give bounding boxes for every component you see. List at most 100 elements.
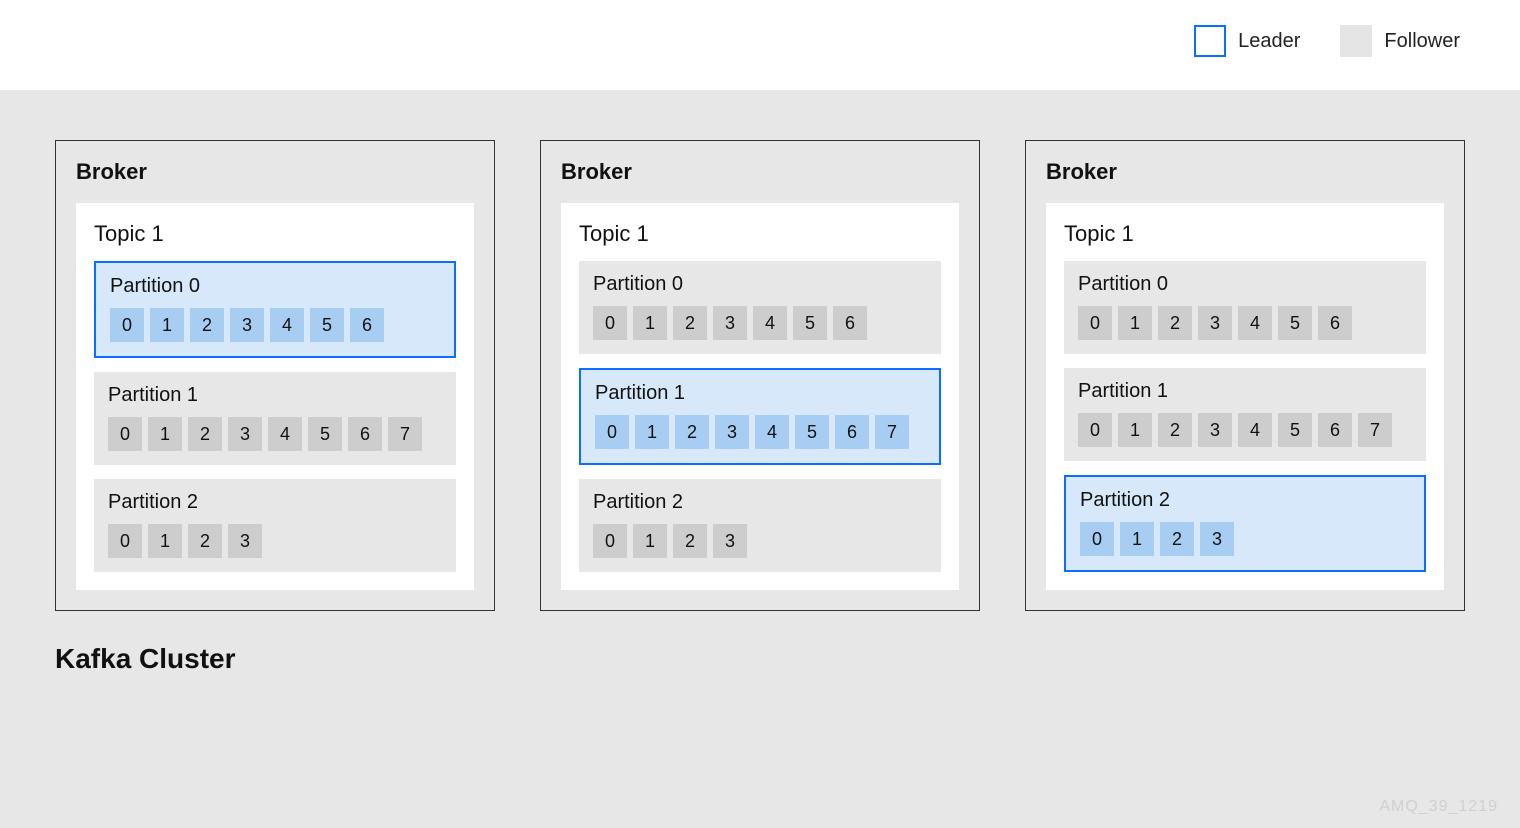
partition-title: Partition 0 xyxy=(110,275,440,298)
legend-leader-label: Leader xyxy=(1238,30,1300,53)
offset-cell: 6 xyxy=(833,306,867,340)
offset-cell: 2 xyxy=(188,524,222,558)
broker-title: Broker xyxy=(561,159,959,185)
partition: Partition 1 01234567 xyxy=(579,368,941,465)
topic: Topic 1Partition 00123456Partition 10123… xyxy=(1046,203,1444,590)
partition-title: Partition 0 xyxy=(1078,273,1412,296)
offset-cell: 2 xyxy=(1158,306,1192,340)
offset-cell: 2 xyxy=(675,415,709,449)
topic-title: Topic 1 xyxy=(579,221,941,247)
partition: Partition 00123456 xyxy=(579,261,941,354)
offsets-row: 0123456 xyxy=(110,308,440,342)
offsets-row: 01234567 xyxy=(108,417,442,451)
offset-cell: 7 xyxy=(388,417,422,451)
offsets-row: 0123 xyxy=(1080,522,1410,556)
offset-cell: 5 xyxy=(308,417,342,451)
offset-cell: 4 xyxy=(1238,413,1272,447)
offset-cell: 0 xyxy=(1078,306,1112,340)
offset-cell: 7 xyxy=(875,415,909,449)
legend-follower: Follower xyxy=(1340,25,1460,57)
offset-cell: 4 xyxy=(1238,306,1272,340)
partition: Partition 0 0123456 xyxy=(1064,261,1426,354)
offset-cell: 0 xyxy=(1080,522,1114,556)
offset-cell: 6 xyxy=(348,417,382,451)
broker: BrokerTopic 1Partition 00123456Partition… xyxy=(1025,140,1465,611)
offset-cell: 1 xyxy=(633,306,667,340)
topic: Topic 1Partition 00123456Partition 10123… xyxy=(561,203,959,590)
offset-cell: 0 xyxy=(1078,413,1112,447)
offset-cell: 0 xyxy=(108,524,142,558)
offset-cell: 1 xyxy=(150,308,184,342)
partition: Partition 1 01234567 xyxy=(94,372,456,465)
offset-cell: 1 xyxy=(1120,522,1154,556)
partition-title: Partition 2 xyxy=(108,491,442,514)
offset-cell: 6 xyxy=(835,415,869,449)
brokers-row: BrokerTopic 1Partition 00123456Partition… xyxy=(55,140,1465,611)
topic: Topic 1Partition 00123456Partition 10123… xyxy=(76,203,474,590)
partition: Partition 2 0123 xyxy=(94,479,456,572)
offset-cell: 5 xyxy=(310,308,344,342)
partition-title: Partition 1 xyxy=(595,382,925,405)
partition: Partition 2 0123 xyxy=(1064,475,1426,572)
offset-cell: 5 xyxy=(795,415,829,449)
offsets-row: 01234567 xyxy=(1078,413,1412,447)
legend-swatch-follower xyxy=(1340,25,1372,57)
broker-title: Broker xyxy=(76,159,474,185)
broker: BrokerTopic 1Partition 00123456Partition… xyxy=(55,140,495,611)
offset-cell: 2 xyxy=(673,306,707,340)
partition: Partition 0 0123456 xyxy=(94,261,456,358)
offset-cell: 6 xyxy=(350,308,384,342)
offsets-row: 0123 xyxy=(593,524,927,558)
partition-title: Partition 1 xyxy=(108,384,442,407)
offset-cell: 1 xyxy=(635,415,669,449)
offset-cell: 0 xyxy=(108,417,142,451)
offset-cell: 2 xyxy=(188,417,222,451)
offset-cell: 4 xyxy=(268,417,302,451)
offset-cell: 4 xyxy=(755,415,789,449)
topic-title: Topic 1 xyxy=(94,221,456,247)
partition: Partition 2 0123 xyxy=(579,479,941,572)
legend-follower-label: Follower xyxy=(1384,30,1460,53)
legend: Leader Follower xyxy=(1194,25,1460,57)
offset-cell: 2 xyxy=(1158,413,1192,447)
offset-cell: 1 xyxy=(148,524,182,558)
offsets-row: 01234567 xyxy=(595,415,925,449)
offset-cell: 5 xyxy=(793,306,827,340)
offset-cell: 1 xyxy=(1118,413,1152,447)
offset-cell: 3 xyxy=(1198,306,1232,340)
offset-cell: 1 xyxy=(1118,306,1152,340)
offset-cell: 3 xyxy=(713,306,747,340)
partition-title: Partition 0 xyxy=(593,273,927,296)
offset-cell: 4 xyxy=(270,308,304,342)
offset-cell: 0 xyxy=(110,308,144,342)
offset-cell: 3 xyxy=(1198,413,1232,447)
cluster-title: Kafka Cluster xyxy=(55,643,1465,675)
offset-cell: 3 xyxy=(715,415,749,449)
offset-cell: 0 xyxy=(593,306,627,340)
offset-cell: 7 xyxy=(1358,413,1392,447)
offset-cell: 3 xyxy=(228,417,262,451)
offset-cell: 0 xyxy=(595,415,629,449)
offset-cell: 5 xyxy=(1278,413,1312,447)
kafka-cluster: BrokerTopic 1Partition 00123456Partition… xyxy=(0,90,1520,828)
offset-cell: 0 xyxy=(593,524,627,558)
offsets-row: 0123456 xyxy=(1078,306,1412,340)
offset-cell: 6 xyxy=(1318,413,1352,447)
offset-cell: 6 xyxy=(1318,306,1352,340)
partition: Partition 101234567 xyxy=(1064,368,1426,461)
offset-cell: 1 xyxy=(633,524,667,558)
partition-title: Partition 2 xyxy=(1080,489,1410,512)
offset-cell: 2 xyxy=(190,308,224,342)
offset-cell: 5 xyxy=(1278,306,1312,340)
watermark: AMQ_39_1219 xyxy=(1379,798,1498,816)
broker-title: Broker xyxy=(1046,159,1444,185)
offsets-row: 0123 xyxy=(108,524,442,558)
legend-swatch-leader xyxy=(1194,25,1226,57)
topic-title: Topic 1 xyxy=(1064,221,1426,247)
partition-title: Partition 2 xyxy=(593,491,927,514)
legend-leader: Leader xyxy=(1194,25,1300,57)
offset-cell: 3 xyxy=(230,308,264,342)
offset-cell: 2 xyxy=(1160,522,1194,556)
offset-cell: 3 xyxy=(1200,522,1234,556)
offset-cell: 3 xyxy=(713,524,747,558)
